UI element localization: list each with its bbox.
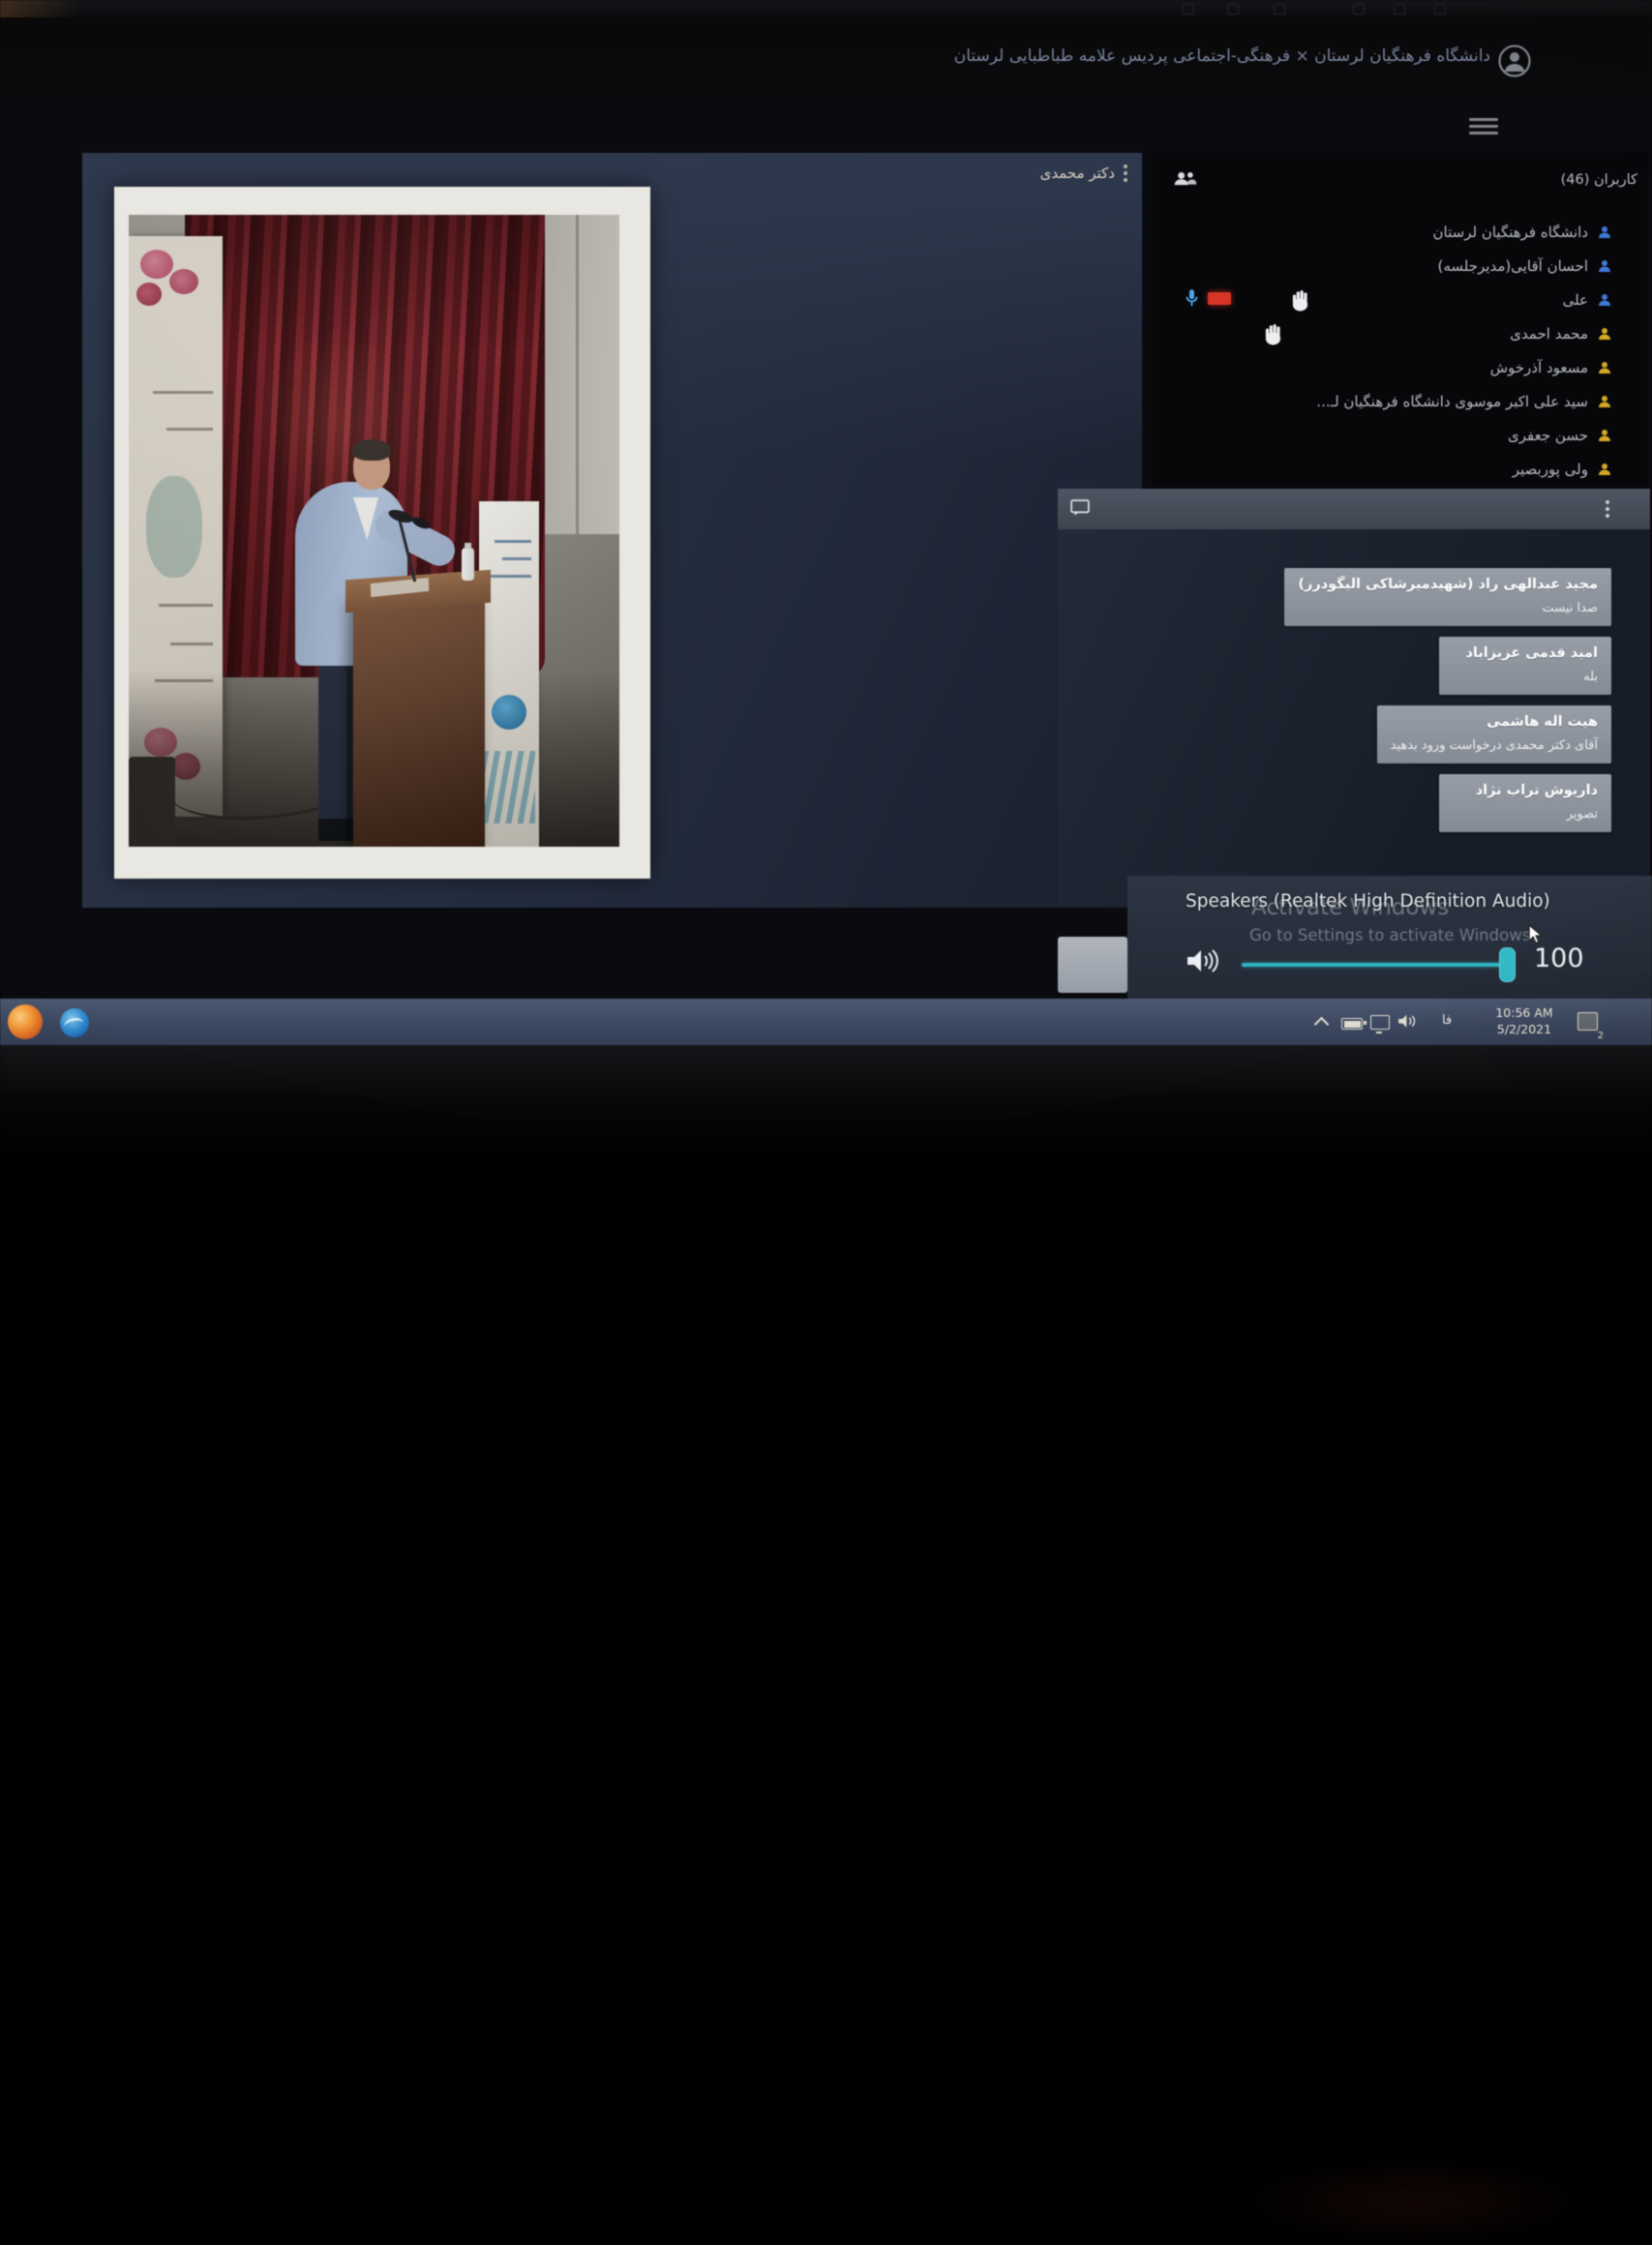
bezel-smudge bbox=[1239, 2158, 1587, 2245]
laptop-screen: دانشگاه فرهنگیان لرستان × فرهنگی-اجتماعی… bbox=[0, 0, 1652, 1239]
chat-text: صدا نیست bbox=[1298, 601, 1598, 615]
participant-row[interactable]: محمد احمدی bbox=[1152, 316, 1647, 350]
participant-row[interactable]: مسعود آذرخوش bbox=[1152, 350, 1647, 384]
participant-row[interactable]: احسان آقایی(مدیرجلسه) bbox=[1152, 249, 1647, 283]
notification-badge: 2 bbox=[1598, 1031, 1604, 1041]
participant-name: ولی پوربصیر bbox=[1513, 461, 1588, 478]
chat-sender: داریوش تراب نژاد bbox=[1453, 783, 1598, 798]
participant-name: سید علی اکبر موسوی دانشگاه فرهنگیان لـ..… bbox=[1316, 393, 1588, 410]
browser-toolbar-icon[interactable] bbox=[1434, 4, 1446, 15]
chat-message-list[interactable]: مجید عبدالهی راد (شهیدمیرشاکی الیگودرز) ص… bbox=[1058, 529, 1650, 832]
chat-text: بله bbox=[1453, 670, 1598, 684]
participant-row[interactable]: دانشگاه فرهنگیان لرستان bbox=[1152, 215, 1647, 249]
taskbar-volume-icon[interactable] bbox=[1397, 1013, 1417, 1031]
browser-toolbar-icon[interactable] bbox=[1353, 4, 1365, 15]
participant-icon bbox=[1597, 326, 1612, 342]
speaker-icon[interactable] bbox=[1186, 947, 1218, 974]
participant-name: مسعود آذرخوش bbox=[1490, 359, 1588, 376]
participant-name: حسن جعفری bbox=[1508, 427, 1588, 444]
video-pod: دکتر محمدی bbox=[82, 153, 1142, 908]
chat-sender: مجید عبدالهی راد (شهیدمیرشاکی الیگودرز) bbox=[1298, 577, 1598, 592]
participant-name: محمد احمدی bbox=[1510, 325, 1588, 343]
hand-icon bbox=[1289, 288, 1311, 315]
participant-name: علی bbox=[1563, 291, 1588, 309]
display-icon[interactable] bbox=[1370, 1015, 1390, 1030]
chat-sender: امید قدمی عزیزاباد bbox=[1453, 645, 1598, 661]
chat-header bbox=[1058, 489, 1650, 529]
chat-bubble-icon bbox=[1070, 499, 1090, 518]
participant-row[interactable]: علی bbox=[1152, 283, 1647, 316]
participants-list: دانشگاه فرهنگیان لرستان احسان آقایی(مدیرج… bbox=[1152, 215, 1647, 486]
edge-browser-icon[interactable] bbox=[60, 1008, 89, 1037]
pod-menu-icon[interactable] bbox=[1124, 165, 1127, 168]
chat-message: داریوش تراب نژاد تصویر bbox=[1439, 774, 1611, 832]
browser-toolbar-icon[interactable] bbox=[1274, 4, 1285, 15]
browser-toolbar-icon[interactable] bbox=[1394, 4, 1405, 15]
tray-chevron-up-icon[interactable] bbox=[1314, 1017, 1330, 1033]
participant-icon bbox=[1597, 394, 1612, 409]
account-avatar-icon[interactable] bbox=[1498, 45, 1531, 77]
shared-photo-frame bbox=[114, 187, 650, 879]
meeting-header: دانشگاه فرهنگیان لرستان × فرهنگی-اجتماعی… bbox=[0, 17, 1652, 97]
taskbar-clock[interactable]: 10:56 AM 5/2/2021 bbox=[1484, 1005, 1565, 1038]
chat-message: مجید عبدالهی راد (شهیدمیرشاکی الیگودرز) ص… bbox=[1284, 568, 1611, 626]
scene-haze bbox=[129, 215, 619, 847]
participant-icon bbox=[1597, 258, 1612, 274]
participant-icon bbox=[1597, 462, 1612, 477]
language-indicator[interactable]: فا bbox=[1442, 1013, 1452, 1028]
video-pod-header: دکتر محمدی bbox=[1040, 165, 1127, 182]
time-label: 10:56 AM bbox=[1495, 1005, 1552, 1020]
audio-device-title: Speakers (Realtek High Definition Audio) bbox=[1186, 891, 1550, 912]
participant-name: احسان آقایی(مدیرجلسه) bbox=[1438, 257, 1589, 275]
chat-input-field[interactable] bbox=[1058, 937, 1127, 993]
meeting-title: دانشگاه فرهنگیان لرستان × فرهنگی-اجتماعی… bbox=[954, 46, 1490, 66]
volume-overlay: Activate Windows Speakers (Realtek High … bbox=[1127, 876, 1652, 1004]
mic-icon bbox=[1185, 288, 1199, 312]
presenter-name-label: دکتر محمدی bbox=[1040, 165, 1115, 182]
participant-name: دانشگاه فرهنگیان لرستان bbox=[1433, 224, 1588, 241]
browser-toolbar-icon[interactable] bbox=[1183, 4, 1194, 15]
rec-icon bbox=[1208, 292, 1231, 305]
participant-row[interactable]: سید علی اکبر موسوی دانشگاه فرهنگیان لـ..… bbox=[1152, 384, 1647, 418]
participant-row[interactable]: حسن جعفری bbox=[1152, 418, 1647, 452]
chat-text: آقای دکتر محمدی درخواست ورود بدهید bbox=[1391, 738, 1598, 753]
participants-title: کاربران (46) bbox=[1561, 172, 1637, 188]
participants-panel: کاربران (46) دانشگاه فرهنگیان لرستان احسا… bbox=[1152, 153, 1647, 489]
stage-scene bbox=[129, 215, 619, 847]
firefox-icon[interactable] bbox=[8, 1004, 43, 1039]
chat-text: تصویر bbox=[1453, 807, 1598, 822]
chat-menu-icon[interactable] bbox=[1606, 500, 1609, 504]
menu-hamburger-icon[interactable] bbox=[1469, 114, 1498, 138]
battery-icon[interactable] bbox=[1341, 1018, 1363, 1030]
participant-icon bbox=[1597, 224, 1612, 240]
participant-row[interactable]: ولی پوربصیر bbox=[1152, 452, 1647, 486]
browser-toolbar-icon[interactable] bbox=[1227, 4, 1239, 15]
volume-slider-track[interactable] bbox=[1242, 963, 1503, 967]
windows-taskbar: فا 10:56 AM 5/2/2021 2 bbox=[0, 999, 1652, 1046]
people-icon bbox=[1173, 170, 1198, 188]
date-label: 5/2/2021 bbox=[1497, 1022, 1551, 1036]
chat-panel: مجید عبدالهی راد (شهیدمیرشاکی الیگودرز) ص… bbox=[1058, 489, 1650, 905]
participant-icon bbox=[1597, 292, 1612, 308]
chat-sender: هیت اله هاشمی bbox=[1391, 714, 1598, 730]
chat-message: امید قدمی عزیزاباد بله bbox=[1439, 637, 1611, 695]
chat-message: هیت اله هاشمی آقای دکتر محمدی درخواست ورو… bbox=[1377, 705, 1611, 763]
hand-icon bbox=[1262, 322, 1284, 349]
action-center-icon[interactable]: 2 bbox=[1577, 1012, 1598, 1031]
mouse-cursor bbox=[1528, 924, 1544, 946]
participant-icon bbox=[1597, 428, 1612, 443]
volume-value: 100 bbox=[1534, 943, 1584, 973]
participant-icon bbox=[1597, 360, 1612, 375]
activate-windows-watermark-line2: Go to Settings to activate Windows bbox=[1249, 926, 1530, 944]
volume-slider-thumb[interactable] bbox=[1499, 947, 1516, 982]
laptop-bezel bbox=[0, 1045, 1652, 1239]
browser-chrome-strip bbox=[0, 0, 1652, 17]
